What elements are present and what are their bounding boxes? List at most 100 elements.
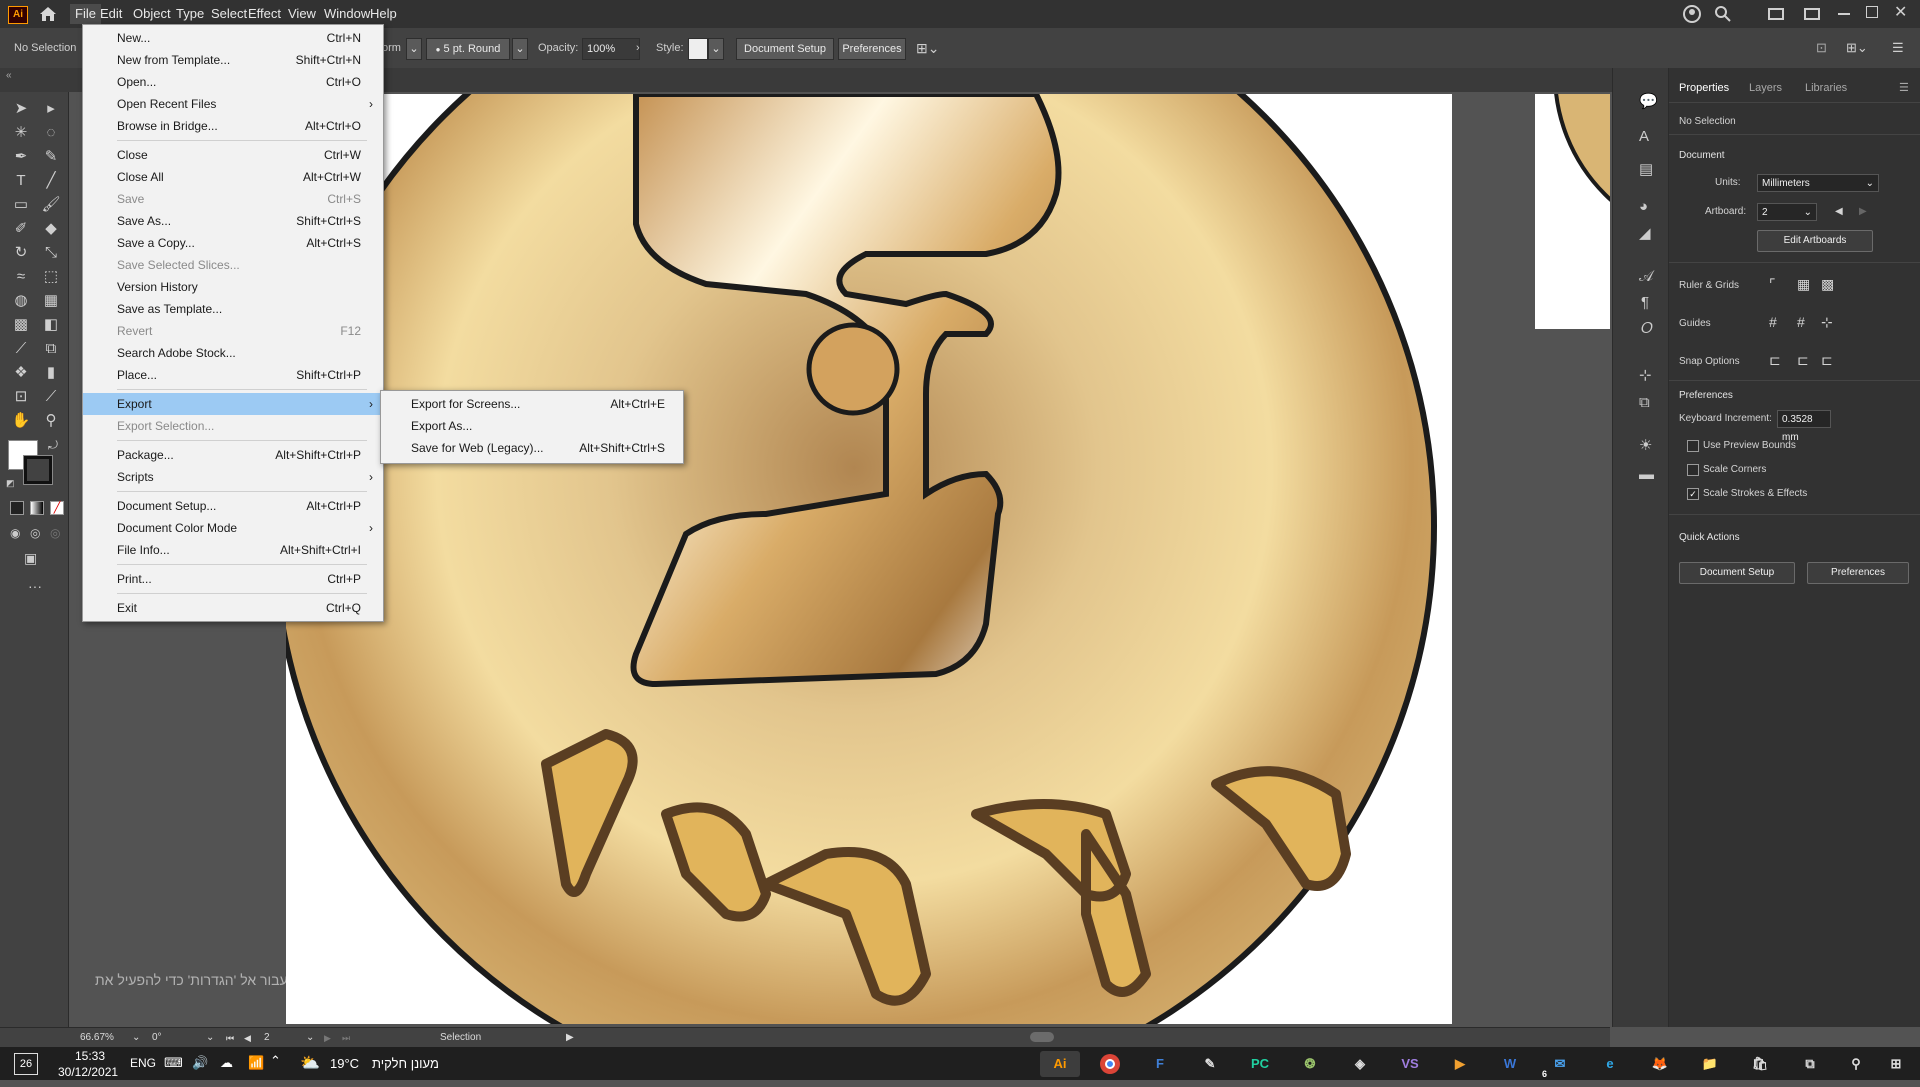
tab-libraries[interactable]: Libraries bbox=[1805, 78, 1847, 98]
submenu-item-export-for-screens[interactable]: Export for Screens... Alt+Ctrl+E bbox=[381, 393, 683, 415]
lasso-tool-icon[interactable]: ◌ bbox=[38, 122, 64, 144]
first-artboard-icon[interactable]: ⏮ bbox=[226, 1030, 234, 1046]
arrange-documents-icon[interactable]: ⊞⌄ bbox=[1846, 38, 1868, 58]
quick-document-setup-button[interactable]: Document Setup bbox=[1679, 562, 1795, 584]
none-mode-icon[interactable]: ╱ bbox=[50, 501, 64, 515]
rectangle-tool-icon[interactable]: ▭ bbox=[8, 194, 34, 216]
menu-effect[interactable]: Effect bbox=[243, 4, 286, 24]
panel-options-icon[interactable]: ⊡ bbox=[1816, 38, 1827, 58]
magic-wand-tool-icon[interactable]: ✳ bbox=[8, 122, 34, 144]
units-dropdown[interactable]: Millimeters ⌄ bbox=[1757, 174, 1879, 192]
menu-item-exit[interactable]: Exit Ctrl+Q bbox=[83, 597, 383, 619]
opacity-input[interactable]: 100% bbox=[582, 38, 640, 60]
task-view-icon[interactable]: ⧉ bbox=[1790, 1051, 1830, 1077]
artboard-number-dropdown-icon[interactable]: ⌄ bbox=[306, 1030, 314, 1046]
taskbar-word[interactable]: W bbox=[1490, 1051, 1530, 1077]
character-styles-icon[interactable]: 𝒜 bbox=[1639, 268, 1653, 285]
menu-item-save-template[interactable]: Save as Template... bbox=[83, 298, 383, 320]
gradient-tool-icon[interactable]: ◧ bbox=[38, 314, 64, 336]
zoom-dropdown-icon[interactable]: ⌄ bbox=[132, 1030, 140, 1046]
workspace-icon[interactable] bbox=[1768, 8, 1784, 20]
menu-item-save[interactable]: Save Ctrl+S bbox=[83, 188, 383, 210]
restore-icon[interactable] bbox=[1866, 6, 1878, 18]
artboard-dropdown[interactable]: 2 ⌄ bbox=[1757, 203, 1817, 221]
language-indicator[interactable]: ENG bbox=[130, 1056, 156, 1070]
menu-item-save-selected-slices[interactable]: Save Selected Slices... bbox=[83, 254, 383, 276]
pen-tool-icon[interactable]: ✒ bbox=[8, 146, 34, 168]
second-artboard[interactable] bbox=[1535, 94, 1610, 329]
menu-item-new-from-template[interactable]: New from Template... Shift+Ctrl+N bbox=[83, 49, 383, 71]
start-button-icon[interactable]: ⊞ bbox=[1876, 1051, 1916, 1077]
rotation-dropdown-icon[interactable]: ⌄ bbox=[206, 1030, 214, 1046]
draw-inside-icon[interactable]: ◎ bbox=[50, 526, 60, 540]
clock-date[interactable]: 30/12/2021 bbox=[58, 1065, 118, 1079]
menu-item-package[interactable]: Package... Alt+Shift+Ctrl+P bbox=[83, 444, 383, 466]
hand-tool-icon[interactable]: ✋ bbox=[8, 410, 34, 432]
search-icon[interactable] bbox=[1714, 5, 1732, 23]
opentype-panel-icon[interactable]: 𝑂 bbox=[1641, 320, 1653, 337]
smart-guides-icon[interactable]: ⊹ bbox=[1821, 314, 1833, 331]
weather-temperature[interactable]: 19°C bbox=[330, 1056, 359, 1071]
lock-guides-icon[interactable]: # bbox=[1797, 314, 1805, 330]
last-artboard-icon[interactable]: ⏭ bbox=[342, 1030, 350, 1046]
taskbar-illustrator[interactable]: Ai bbox=[1040, 1051, 1080, 1077]
menu-item-place[interactable]: Place... Shift+Ctrl+P bbox=[83, 364, 383, 386]
close-icon[interactable]: ✕ bbox=[1894, 2, 1907, 22]
minimize-icon[interactable] bbox=[1838, 13, 1850, 15]
color-guide-icon[interactable]: ◢ bbox=[1639, 224, 1651, 242]
menu-item-document-setup[interactable]: Document Setup... Alt+Ctrl+P bbox=[83, 495, 383, 517]
align-icon[interactable]: ⊞⌄ bbox=[916, 38, 939, 58]
gradient-mode-icon[interactable] bbox=[30, 501, 44, 515]
transparency-grid-icon[interactable]: ▩ bbox=[1821, 276, 1834, 293]
type-tool-icon[interactable]: T bbox=[8, 170, 34, 192]
opacity-arrow-icon[interactable]: › bbox=[636, 38, 640, 58]
menu-item-file-info[interactable]: File Info... Alt+Shift+Ctrl+I bbox=[83, 539, 383, 561]
menu-item-close[interactable]: Close Ctrl+W bbox=[83, 144, 383, 166]
column-graph-tool-icon[interactable]: ▮ bbox=[38, 362, 64, 384]
show-hidden-icons-icon[interactable]: ⌃ bbox=[270, 1053, 281, 1069]
network-icon[interactable]: 📶 bbox=[248, 1055, 264, 1071]
character-panel-icon[interactable]: A bbox=[1639, 128, 1649, 145]
volume-icon[interactable]: 🔊 bbox=[192, 1055, 208, 1071]
shaper-tool-icon[interactable]: ✐ bbox=[8, 218, 34, 240]
artboard-canvas[interactable]: הפעל את Windows bbox=[286, 94, 1452, 1024]
horizontal-scroll-thumb[interactable] bbox=[1030, 1032, 1054, 1042]
menu-item-version-history[interactable]: Version History bbox=[83, 276, 383, 298]
prev-artboard-nav-icon[interactable]: ◀ bbox=[244, 1030, 251, 1046]
ruler-icon[interactable]: ⌜ bbox=[1769, 276, 1776, 293]
snap-to-point-icon[interactable]: ⊏ bbox=[1769, 352, 1781, 369]
menu-item-open-recent[interactable]: Open Recent Files › bbox=[83, 93, 383, 115]
taskbar-app-f[interactable]: F bbox=[1140, 1051, 1180, 1077]
selection-tool-icon[interactable]: ➤ bbox=[8, 98, 34, 120]
taskbar-app-tool[interactable]: ✎ bbox=[1190, 1051, 1230, 1077]
document-setup-button[interactable]: Document Setup bbox=[736, 38, 834, 60]
glyphs-panel-icon[interactable]: ▤ bbox=[1639, 160, 1653, 178]
menu-item-open[interactable]: Open... Ctrl+O bbox=[83, 71, 383, 93]
tab-layers[interactable]: Layers bbox=[1749, 78, 1782, 98]
keyboard-increment-input[interactable]: 0.3528 mm bbox=[1777, 410, 1831, 443]
form-dropdown[interactable]: ⌄ bbox=[406, 38, 422, 60]
rotation-value[interactable]: 0° bbox=[152, 1030, 202, 1046]
screen-mode-icon[interactable]: ▣ bbox=[24, 550, 37, 567]
taskbar-store[interactable]: 🛍 bbox=[1740, 1051, 1780, 1077]
menu-object[interactable]: Object bbox=[128, 4, 176, 24]
tab-properties[interactable]: Properties bbox=[1679, 78, 1729, 98]
perspective-grid-tool-icon[interactable]: ▦ bbox=[38, 290, 64, 312]
zoom-tool-icon[interactable]: ⚲ bbox=[38, 410, 64, 432]
snap-to-grid-icon[interactable]: ⊏ bbox=[1821, 352, 1833, 369]
weather-icon[interactable]: ⛅ bbox=[300, 1053, 320, 1073]
menu-view[interactable]: View bbox=[283, 4, 321, 24]
line-tool-icon[interactable]: ╱ bbox=[38, 170, 64, 192]
next-artboard-icon[interactable]: ▶ bbox=[1859, 206, 1867, 217]
grid-icon[interactable]: ▦ bbox=[1797, 276, 1810, 293]
shape-builder-tool-icon[interactable]: ◍ bbox=[8, 290, 34, 312]
menu-item-scripts[interactable]: Scripts › bbox=[83, 466, 383, 488]
preferences-button[interactable]: Preferences bbox=[838, 38, 906, 60]
menu-item-revert[interactable]: Revert F12 bbox=[83, 320, 383, 342]
blend-tool-icon[interactable]: ⧉ bbox=[38, 338, 64, 360]
next-artboard-nav-icon[interactable]: ▶ bbox=[324, 1030, 331, 1046]
panel-menu-icon[interactable]: ☰ bbox=[1899, 78, 1909, 98]
menu-item-print[interactable]: Print... Ctrl+P bbox=[83, 568, 383, 590]
taskbar-search-icon[interactable]: ⚲ bbox=[1836, 1051, 1876, 1077]
artboard-number[interactable]: 2 bbox=[264, 1030, 294, 1046]
